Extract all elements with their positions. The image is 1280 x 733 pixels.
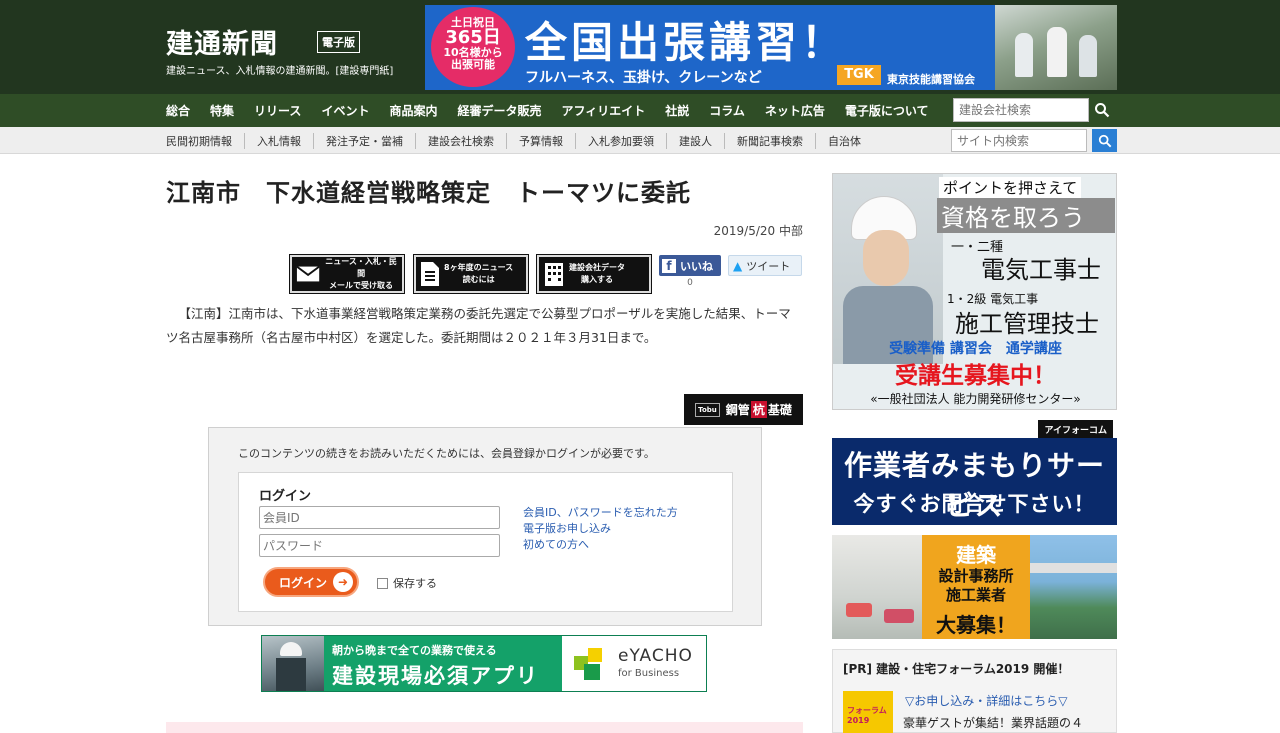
banner-headline: 全国出張講習！ <box>525 18 848 67</box>
iform-logo: アイフォーコム <box>1038 420 1113 438</box>
worker-photo <box>262 636 324 691</box>
subnav-item[interactable]: 建設会社検索 <box>415 132 506 149</box>
login-panel: このコンテンツの続きをお読みいただくためには、会員登録かログインが必要です。 ロ… <box>208 427 762 626</box>
document-icon <box>421 262 439 286</box>
member-id-input[interactable] <box>259 506 500 529</box>
forum-promo: [PR] 建設・住宅フォーラム2019 開催！ フォーラム2019 ▽お申し込み… <box>832 649 1117 733</box>
site-header: 建通新聞 電子版 建設ニュース、入札情報の建通新聞。[建設専門紙] 土日祝日 3… <box>0 0 1280 94</box>
nav-item[interactable]: 経審データ販売 <box>457 102 541 119</box>
first-time-link[interactable]: 初めての方へ <box>523 537 678 553</box>
forum-thumbnail[interactable]: フォーラム2019 <box>843 691 893 733</box>
steel-pipe-ad[interactable]: Tobu 鋼管杭基礎 <box>684 394 803 425</box>
site-search-input[interactable] <box>951 129 1087 152</box>
subnav-item[interactable]: 発注予定・當補 <box>313 132 415 149</box>
site-search-button[interactable] <box>1092 129 1117 152</box>
company-data-button[interactable]: 建設会社データ 購入する <box>536 254 652 294</box>
edition-badge: 電子版 <box>317 31 360 53</box>
login-links: 会員ID、パスワードを忘れた方 電子版お申し込み 初めての方へ <box>523 505 678 553</box>
nav-item[interactable]: 特集 <box>210 102 234 119</box>
company-search-input[interactable] <box>953 98 1089 122</box>
subnav-item[interactable]: 自治体 <box>815 132 873 149</box>
arrow-right-icon: ➜ <box>333 572 354 592</box>
site-tagline: 建設ニュース、入札情報の建通新聞。[建設専門紙] <box>166 66 394 77</box>
checkbox-icon <box>377 577 388 589</box>
banner-association: 東京技能講習協会 <box>887 73 975 86</box>
login-form: ログイン 会員ID、パスワードを忘れた方 電子版お申し込み 初めての方へ ログイ… <box>238 472 733 612</box>
forum-description: 豪華ゲストが集結！業界話題の４ <box>903 716 1084 730</box>
nav-item[interactable]: 電子版について <box>845 102 929 119</box>
eyacho-logo-icon <box>574 648 608 682</box>
eyacho-brand: eYACHO for Business <box>562 636 706 691</box>
forum-title: [PR] 建設・住宅フォーラム2019 開催！ <box>843 662 1070 676</box>
envelope-icon <box>296 265 320 282</box>
worker-monitoring-ad[interactable]: アイフォーコム 作業者みまもりサービス 今すぐお問合せ下さい！ <box>832 420 1117 525</box>
city-monorail-photo <box>1030 535 1117 639</box>
nav-item[interactable]: 商品案内 <box>389 102 437 119</box>
search-icon <box>1095 103 1110 118</box>
nav-item[interactable]: 総合 <box>166 102 190 119</box>
eyacho-app-ad[interactable]: 朝から晩まで全ての業務で使える 建設現場必須アプリ eYACHO for Bus… <box>261 635 707 692</box>
office-photo <box>832 535 928 639</box>
subnav-item[interactable]: 民間初期情報 <box>166 133 244 149</box>
nav-item[interactable]: リリース <box>254 102 301 119</box>
facebook-like-button[interactable]: f いいね <box>659 255 721 276</box>
like-count: 0 <box>687 278 693 288</box>
banner-workers-photo <box>995 5 1117 90</box>
banner-logo: TGK <box>837 65 881 85</box>
nav-item[interactable]: アフィリエイト <box>561 102 645 119</box>
recruitment-ad[interactable]: 建築 設計事務所 施工業者 大募集！ <box>832 535 1117 639</box>
subnav-item[interactable]: 建設人 <box>666 132 724 149</box>
subnav-item[interactable]: 新聞記事検索 <box>724 132 815 149</box>
nav-item[interactable]: コラム <box>709 102 745 119</box>
forum-apply-link[interactable]: ▽お申し込み・詳細はこちら▽ <box>905 692 1067 709</box>
login-button[interactable]: ログイン ➜ <box>263 567 359 597</box>
digital-apply-link[interactable]: 電子版お申し込み <box>523 521 678 537</box>
article-body: 【江南】江南市は、下水道事業経営戦略策定業務の委託先選定で公募型プロポーザルを実… <box>166 306 791 345</box>
forgot-credentials-link[interactable]: 会員ID、パスワードを忘れた方 <box>523 505 678 521</box>
article-date: 2019/5/20 中部 <box>713 224 803 238</box>
archive-news-button[interactable]: 8ヶ年度のニュース 読むには <box>413 254 529 294</box>
header-banner-ad[interactable]: 土日祝日 365日 10名様から 出張可能 全国出張講習！ フルハーネス、玉掛け… <box>425 5 1117 90</box>
banner-subtext: フルハーネス、玉掛け、クレーンなど <box>525 70 762 86</box>
password-input[interactable] <box>259 534 500 557</box>
nav-item[interactable]: 社説 <box>665 102 689 119</box>
nav-item[interactable]: ネット広告 <box>765 102 825 119</box>
secondary-nav: 民間初期情報 入札情報 発注予定・當補 建設会社検索 予算情報 入札参加要領 建設人 新聞記事… <box>0 127 1280 154</box>
nav-item[interactable]: イベント <box>321 102 369 119</box>
mail-subscribe-button[interactable]: ニュース・入札・民間 メールで受け取る <box>289 254 405 294</box>
twitter-icon: ▲ <box>733 258 743 273</box>
tweet-button[interactable]: ▲ ツイート <box>728 255 802 276</box>
search-icon <box>1098 134 1111 147</box>
facebook-icon: f <box>662 258 676 273</box>
site-logo[interactable]: 建通新聞 <box>166 22 278 61</box>
content-footer-strip <box>166 722 803 733</box>
company-search-button[interactable] <box>1090 98 1114 122</box>
article-title: 江南市 下水道経営戦略策定 トーマツに委託 <box>166 179 691 207</box>
login-notice: このコンテンツの続きをお読みいただくためには、会員登録かログインが必要です。 <box>238 447 655 460</box>
subnav-item[interactable]: 入札参加要領 <box>575 132 666 149</box>
building-icon <box>545 263 563 286</box>
subnav-item[interactable]: 予算情報 <box>506 132 575 149</box>
qualification-ad[interactable]: ポイントを押さえて 資格を取ろう 一・二種 電気工事士 1・2級 電気工事 施工… <box>832 173 1117 410</box>
remember-checkbox[interactable]: 保存する <box>377 575 437 591</box>
woman-helmet-photo <box>833 174 943 364</box>
login-heading: ログイン <box>259 489 312 504</box>
banner-badge: 土日祝日 365日 10名様から 出張可能 <box>431 7 515 87</box>
subnav-item[interactable]: 入札情報 <box>244 132 313 149</box>
